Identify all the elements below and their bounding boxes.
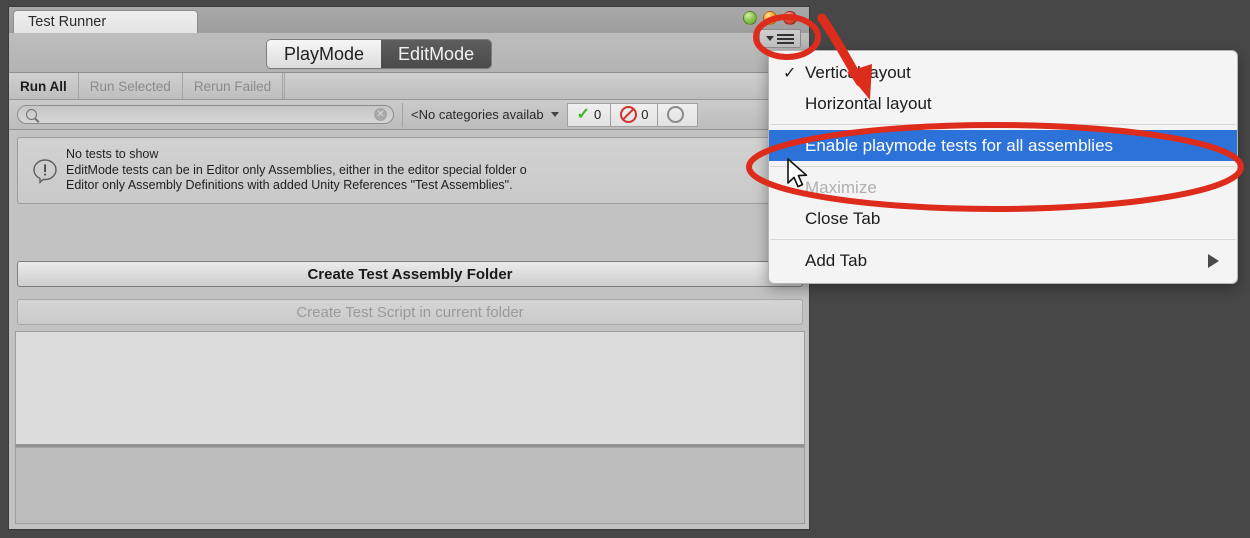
no-tests-help-box: No tests to show EditMode tests can be i…	[17, 137, 803, 204]
tab-editmode[interactable]: EditMode	[381, 40, 492, 68]
warning-icon	[33, 158, 57, 184]
menu-item-label: Enable playmode tests for all assemblies	[805, 135, 1114, 155]
info-counter[interactable]	[657, 102, 699, 127]
passed-counter[interactable]: ✓ 0	[566, 102, 611, 127]
search-input[interactable]	[37, 107, 374, 122]
window-controls	[743, 11, 797, 25]
blocked-icon	[620, 106, 638, 123]
filter-toolbar: ✕ <No categories availab ✓ 0 0	[9, 100, 809, 130]
tab-test-runner[interactable]: Test Runner	[13, 10, 198, 33]
menu-item-horizontal-layout[interactable]: Horizontal layout	[769, 88, 1237, 119]
search-box[interactable]: ✕	[17, 105, 394, 124]
menu-item-label: Horizontal layout	[805, 93, 932, 113]
close-dot[interactable]	[783, 11, 797, 25]
run-toolbar-spacer	[283, 73, 286, 99]
maximize-dot[interactable]	[763, 11, 777, 25]
run-all-button[interactable]: Run All	[9, 73, 79, 99]
info-icon	[667, 106, 685, 123]
failed-count: 0	[641, 107, 649, 122]
mode-toggle-group: PlayMode EditMode	[267, 40, 492, 68]
category-filter-dropdown[interactable]: <No categories availab	[402, 102, 565, 127]
test-runner-window: Test Runner PlayMode EditMode Run All Ru…	[8, 6, 810, 530]
window-options-context-menu: ✓ Vertical layout Horizontal layout Enab…	[768, 50, 1238, 284]
menu-separator	[770, 124, 1236, 125]
create-test-script-button[interactable]: Create Test Script in current folder	[17, 299, 803, 325]
menu-item-vertical-layout[interactable]: ✓ Vertical layout	[769, 57, 1237, 88]
run-selected-button[interactable]: Run Selected	[79, 73, 183, 99]
submenu-arrow-icon	[1208, 253, 1219, 268]
tab-playmode-label: PlayMode	[284, 43, 365, 64]
tab-playmode[interactable]: PlayMode	[267, 40, 382, 68]
menu-separator	[770, 166, 1236, 167]
failed-counter[interactable]: 0	[610, 102, 658, 127]
menu-item-label: Add Tab	[805, 250, 868, 270]
clear-icon[interactable]: ✕	[374, 108, 387, 121]
result-counters: ✓ 0 0	[566, 102, 699, 127]
tab-editmode-label: EditMode	[398, 43, 475, 64]
menu-item-maximize[interactable]: Maximize	[769, 172, 1237, 203]
help-line-2: EditMode tests can be in Editor only Ass…	[66, 162, 527, 177]
run-selected-label: Run Selected	[89, 78, 171, 94]
run-all-label: Run All	[20, 78, 67, 94]
create-test-script-label: Create Test Script in current folder	[296, 303, 524, 321]
menu-item-label: Maximize	[805, 177, 877, 197]
tab-label: Test Runner	[28, 14, 107, 30]
menu-item-add-tab[interactable]: Add Tab	[769, 245, 1237, 276]
passed-count: 0	[594, 107, 602, 122]
menu-item-close-tab[interactable]: Close Tab	[769, 203, 1237, 234]
chevron-down-icon	[550, 112, 559, 117]
search-icon	[26, 109, 37, 120]
create-test-assembly-folder-button[interactable]: Create Test Assembly Folder	[17, 261, 803, 287]
hamburger-menu-icon	[777, 33, 794, 44]
check-icon: ✓	[783, 64, 797, 82]
menu-item-label: Vertical layout	[805, 62, 911, 82]
create-test-assembly-folder-label: Create Test Assembly Folder	[307, 265, 513, 283]
minimize-dot[interactable]	[743, 11, 757, 25]
menu-item-enable-playmode-tests[interactable]: Enable playmode tests for all assemblies	[769, 130, 1237, 161]
category-filter-label: <No categories availab	[411, 107, 544, 122]
window-tab-strip: Test Runner	[9, 7, 809, 33]
help-line-1: No tests to show	[66, 147, 159, 162]
test-results-list[interactable]	[15, 331, 805, 444]
test-details-pane[interactable]	[15, 448, 805, 524]
menu-item-label: Close Tab	[805, 208, 881, 228]
rerun-failed-button[interactable]: Rerun Failed	[183, 73, 284, 99]
help-text-block: No tests to show EditMode tests can be i…	[66, 147, 527, 194]
options-hamburger-button[interactable]	[759, 29, 801, 48]
mode-toggle-row: PlayMode EditMode	[9, 33, 809, 73]
help-line-3: Editor only Assembly Definitions with ad…	[66, 178, 513, 193]
run-toolbar: Run All Run Selected Rerun Failed	[9, 73, 809, 100]
rerun-failed-label: Rerun Failed	[193, 78, 272, 94]
chevron-down-icon	[766, 36, 774, 41]
menu-separator	[770, 239, 1236, 240]
check-icon: ✓	[576, 105, 591, 123]
